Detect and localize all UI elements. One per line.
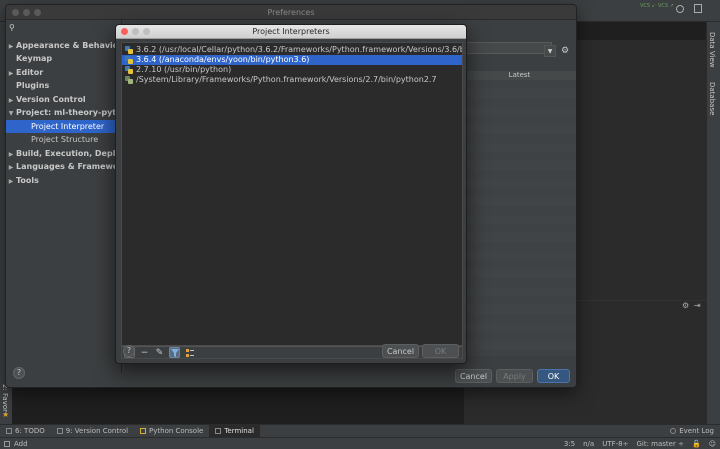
- status-message: Add: [14, 439, 28, 448]
- file-encoding[interactable]: UTF-8÷: [598, 440, 632, 448]
- cancel-button[interactable]: Cancel: [455, 369, 492, 383]
- python-icon: [125, 66, 133, 74]
- tree-item-project-structure[interactable]: Project Structure: [6, 133, 121, 146]
- python-icon: [125, 56, 133, 64]
- tab-data-view[interactable]: Data View: [708, 32, 716, 68]
- settings-search-input[interactable]: ⚲: [9, 23, 124, 35]
- tab-favorites[interactable]: 2: Favor: [1, 384, 9, 412]
- todo-icon: [6, 428, 12, 434]
- minimize-window-icon[interactable]: [23, 9, 30, 16]
- tab-todo[interactable]: 6: TODO: [0, 425, 51, 438]
- vcs-update-icon[interactable]: VCS ↙: [640, 3, 656, 9]
- terminal-icon: [215, 428, 222, 434]
- dialog-cancel-button[interactable]: Cancel: [382, 344, 419, 358]
- packages-header-latest: Latest: [463, 71, 576, 80]
- window-controls: [12, 9, 41, 16]
- star-icon: ★: [2, 410, 10, 419]
- tab-version-control[interactable]: 9: Version Control: [51, 425, 134, 438]
- expand-arrow-icon: ▶: [8, 70, 14, 77]
- tree-item-version-control[interactable]: ▶ Version Control: [6, 93, 121, 106]
- interpreter-item[interactable]: /System/Library/Frameworks/Python.framew…: [122, 75, 462, 85]
- history-icon[interactable]: [676, 5, 684, 13]
- apply-button[interactable]: Apply: [496, 369, 533, 383]
- minimize-dialog-icon[interactable]: [132, 28, 139, 35]
- dialog-title-bar: Project Interpreters: [116, 25, 466, 39]
- tab-terminal[interactable]: Terminal: [209, 424, 260, 438]
- bottom-tool-tabs: 6: TODO 9: Version Control Python Consol…: [0, 424, 720, 438]
- project-interpreters-dialog: Project Interpreters 3.6.2 (/usr/local/C…: [115, 24, 467, 364]
- dialog-window-controls: [121, 28, 150, 35]
- python-icon: [125, 46, 133, 54]
- caret-position[interactable]: 3:5: [560, 440, 579, 448]
- edit-interpreter-button[interactable]: ✎: [154, 347, 165, 358]
- expand-arrow-icon: ▶: [8, 97, 14, 104]
- close-window-icon[interactable]: [12, 9, 19, 16]
- interpreter-list[interactable]: 3.6.2 (/usr/local/Cellar/python/3.6.2/Fr…: [121, 42, 463, 346]
- tree-item-plugins[interactable]: Plugins: [6, 79, 121, 92]
- hide-panel-icon[interactable]: ⇥: [694, 301, 701, 310]
- tree-item-project[interactable]: ▼Project: ml-theory-python: [6, 106, 121, 119]
- tree-item-project-interpreter[interactable]: Project Interpreter: [6, 120, 121, 133]
- tree-item-tools[interactable]: ▶ Tools: [6, 174, 121, 187]
- preferences-title-bar: Preferences: [6, 5, 576, 20]
- editor-area: [577, 40, 706, 300]
- python-virtualenv-icon: [125, 76, 133, 84]
- ok-button[interactable]: OK: [537, 369, 570, 383]
- maximize-window-icon[interactable]: [34, 9, 41, 16]
- event-log-button[interactable]: Event Log: [664, 425, 720, 438]
- search-icon: ⚲: [9, 23, 15, 32]
- tree-item-editor[interactable]: ▶ Editor: [6, 66, 121, 79]
- help-button[interactable]: ?: [13, 367, 25, 379]
- interpreter-combo[interactable]: [466, 42, 552, 54]
- interpreter-settings-gear-icon[interactable]: ⚙: [561, 46, 569, 56]
- event-log-icon: [670, 428, 677, 434]
- dialog-ok-button[interactable]: OK: [422, 344, 459, 358]
- interpreter-item[interactable]: 2.7.10 (/usr/bin/python): [122, 65, 462, 75]
- close-dialog-icon[interactable]: [121, 28, 128, 35]
- preferences-title: Preferences: [267, 8, 315, 17]
- right-tool-strip: Data View Database: [706, 22, 720, 424]
- inspector-icon[interactable]: ☺: [705, 440, 720, 448]
- remove-interpreter-button[interactable]: −: [139, 347, 150, 358]
- revert-icon[interactable]: [694, 4, 702, 13]
- vcs-commit-icon[interactable]: VCS ↗: [658, 3, 674, 9]
- dialog-title: Project Interpreters: [252, 27, 330, 36]
- packages-table: [463, 80, 576, 356]
- line-separator[interactable]: n/a: [579, 440, 598, 448]
- lock-icon[interactable]: 🔓: [688, 440, 705, 448]
- filter-icon[interactable]: [169, 347, 180, 358]
- tab-database[interactable]: Database: [708, 82, 716, 115]
- tree-item-appearance[interactable]: ▶ Appearance & Behavior: [6, 39, 121, 52]
- expand-arrow-icon: ▶: [8, 164, 14, 171]
- status-bar: Add 3:5 n/a UTF-8÷ Git: master ÷ 🔓 ☺: [0, 437, 720, 449]
- dialog-help-button[interactable]: ?: [123, 345, 135, 357]
- expand-arrow-icon: ▶: [8, 151, 14, 158]
- collapse-arrow-icon: ▼: [8, 110, 14, 117]
- settings-tree: ▶ Appearance & Behavior Keymap ▶ Editor Pl…: [6, 39, 121, 359]
- interpreter-item-selected[interactable]: 3.6.4 (/anaconda/envs/yoon/bin/python3.6…: [122, 55, 462, 65]
- combo-dropdown-icon[interactable]: ▼: [544, 45, 556, 57]
- expand-arrow-icon: ▶: [8, 178, 14, 185]
- tab-python-console[interactable]: Python Console: [134, 425, 209, 438]
- maximize-dialog-icon[interactable]: [143, 28, 150, 35]
- settings-gear-icon[interactable]: ⚙: [682, 301, 689, 310]
- tree-item-keymap[interactable]: Keymap: [6, 52, 121, 65]
- interpreter-item[interactable]: 3.6.2 (/usr/local/Cellar/python/3.6.2/Fr…: [122, 45, 462, 55]
- tree-item-languages[interactable]: ▶ Languages & Frameworks: [6, 160, 121, 173]
- python-icon: [140, 428, 147, 434]
- show-paths-icon[interactable]: [184, 347, 195, 358]
- vcs-icon: [56, 428, 63, 434]
- expand-arrow-icon: ▶: [8, 43, 14, 50]
- tree-item-build[interactable]: ▶Build, Execution, Deployment: [6, 147, 121, 160]
- git-branch[interactable]: Git: master ÷: [632, 440, 687, 448]
